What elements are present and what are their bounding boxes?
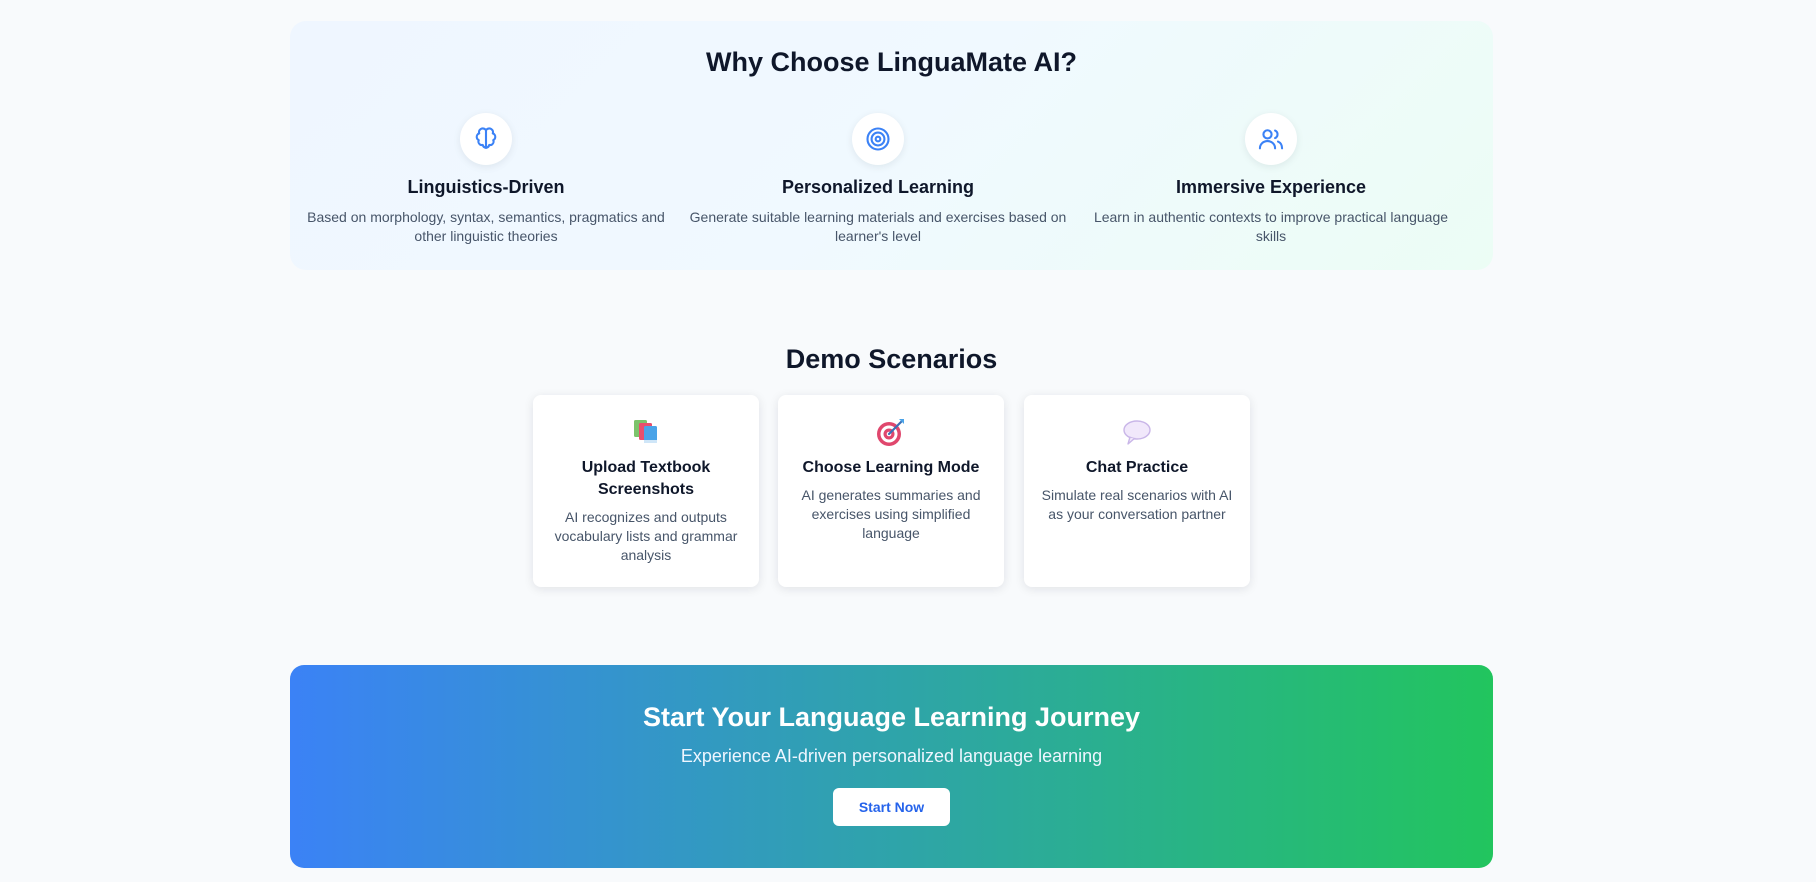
cta-title: Start Your Language Learning Journey xyxy=(642,702,1141,732)
feature-title: Immersive Experience xyxy=(1175,177,1367,197)
speech-bubble-emoji-icon xyxy=(1040,417,1234,447)
brain-icon xyxy=(460,113,512,165)
cta-subtitle: Experience AI-driven personalized langua… xyxy=(680,746,1103,766)
cta-section: Start Your Language Learning Journey Exp… xyxy=(290,665,1493,868)
page: Why Choose LinguaMate AI? Linguistics-Dr… xyxy=(0,0,1816,882)
feature-title: Personalized Learning xyxy=(781,177,975,197)
demo-card-description: AI recognizes and outputs vocabulary lis… xyxy=(554,509,738,563)
demo-scenarios-title: Demo Scenarios xyxy=(785,344,998,374)
demo-card-description: AI generates summaries and exercises usi… xyxy=(801,487,981,541)
demo-card-description: Simulate real scenarios with AI as your … xyxy=(1041,487,1233,522)
feature-personalized-learning: Personalized Learning Generate suitable … xyxy=(682,113,1074,246)
demo-card-title: Upload Textbook Screenshots xyxy=(581,459,711,498)
demo-card-title: Choose Learning Mode xyxy=(802,459,980,476)
feature-description: Generate suitable learning materials and… xyxy=(689,209,1067,244)
demo-card-title: Chat Practice xyxy=(1085,459,1189,476)
feature-description: Based on morphology, syntax, semantics, … xyxy=(307,209,665,244)
demo-card-upload-textbook[interactable]: Upload Textbook Screenshots AI recognize… xyxy=(533,395,759,587)
feature-description: Learn in authentic contexts to improve p… xyxy=(1093,209,1449,244)
books-emoji-icon xyxy=(549,417,743,447)
feature-linguistics-driven: Linguistics-Driven Based on morphology, … xyxy=(290,113,682,246)
demo-card-choose-mode[interactable]: Choose Learning Mode AI generates summar… xyxy=(778,395,1004,587)
feature-title: Linguistics-Driven xyxy=(407,177,565,197)
why-choose-section: Why Choose LinguaMate AI? Linguistics-Dr… xyxy=(290,21,1493,270)
dart-target-emoji-icon xyxy=(794,417,988,447)
why-choose-title: Why Choose LinguaMate AI? xyxy=(706,47,1077,77)
demo-card-chat-practice[interactable]: Chat Practice Simulate real scenarios wi… xyxy=(1024,395,1250,587)
feature-immersive-experience: Immersive Experience Learn in authentic … xyxy=(1075,113,1467,246)
start-now-button[interactable]: Start Now xyxy=(833,788,950,826)
users-icon xyxy=(1245,113,1297,165)
target-icon xyxy=(852,113,904,165)
